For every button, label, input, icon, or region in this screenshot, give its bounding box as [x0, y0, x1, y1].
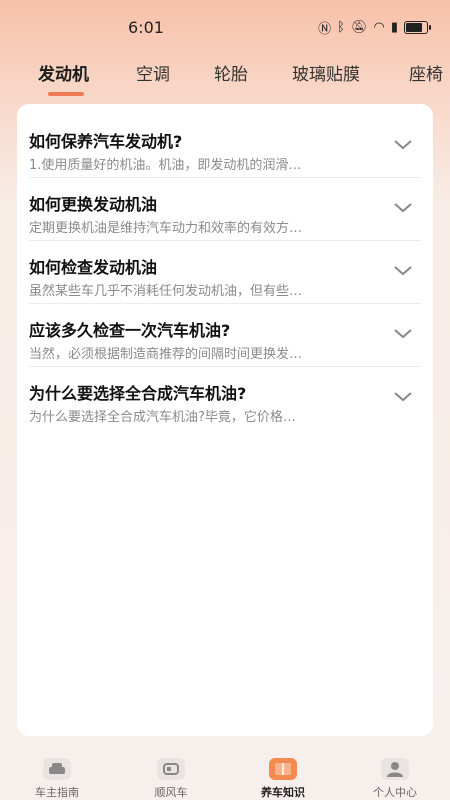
chevron-down-icon[interactable] [393, 264, 413, 278]
rideshare-icon [157, 758, 185, 780]
nav-owner-guide[interactable]: 车主指南 [12, 752, 102, 800]
book-icon [269, 758, 297, 780]
status-icons: Ⓝ ᛒ 🔕︎ ◠ ▮ [318, 18, 431, 37]
person-icon [381, 758, 409, 780]
nav-label: 个人中心 [373, 786, 417, 799]
nfc-icon: Ⓝ [318, 22, 332, 37]
tab-engine[interactable]: 发动机 [38, 60, 89, 85]
category-tabs: 发动机 空调 轮胎 玻璃贴膜 座椅 [0, 56, 450, 100]
bottom-nav: 车主指南 顺风车 养车知识 个人中心 [0, 752, 450, 800]
wifi-icon: ◠ [373, 20, 385, 35]
battery-icon [404, 21, 431, 34]
faq-item[interactable]: 如何检查发动机油 虽然某些车几乎不消耗任何发动机油，但有些… [29, 240, 421, 304]
bluetooth-icon: ᛒ [337, 20, 345, 35]
faq-question: 如何保养汽车发动机? [29, 132, 183, 151]
nav-label: 顺风车 [154, 786, 188, 799]
chevron-down-icon[interactable] [393, 138, 413, 152]
alert-icon: ▮ [390, 20, 398, 35]
faq-answer-preview: 定期更换机油是维持汽车动力和效率的有效方… [29, 221, 303, 236]
car-icon [43, 758, 71, 780]
nav-label: 车主指南 [35, 786, 79, 799]
faq-item[interactable]: 为什么要选择全合成汽车机油? 为什么要选择全合成汽车机油?毕竟，它价格… [29, 366, 421, 429]
faq-answer-preview: 为什么要选择全合成汽车机油?毕竟，它价格… [29, 410, 296, 425]
faq-item[interactable]: 应该多久检查一次汽车机油? 当然，必须根据制造商推荐的间隔时间更换发… [29, 303, 421, 367]
nav-car-knowledge[interactable]: 养车知识 [238, 752, 328, 800]
faq-question: 如何检查发动机油 [29, 258, 158, 277]
status-bar: 6:01 Ⓝ ᛒ 🔕︎ ◠ ▮ [0, 0, 450, 56]
chevron-down-icon[interactable] [393, 327, 413, 341]
faq-question: 为什么要选择全合成汽车机油? [29, 384, 247, 403]
faq-question: 应该多久检查一次汽车机油? [29, 321, 231, 340]
mute-icon: 🔕︎ [350, 20, 368, 35]
chevron-down-icon[interactable] [393, 390, 413, 404]
faq-question: 如何更换发动机油 [29, 195, 158, 214]
tab-tires[interactable]: 轮胎 [214, 60, 248, 85]
faq-card: 如何保养汽车发动机? 1.使用质量好的机油。机油，即发动机的润滑… 如何更换发动… [17, 104, 433, 736]
tab-seats[interactable]: 座椅 [409, 60, 443, 85]
faq-item[interactable]: 如何保养汽车发动机? 1.使用质量好的机油。机油，即发动机的润滑… [29, 114, 421, 178]
active-tab-indicator [48, 92, 84, 96]
status-time: 6:01 [128, 18, 164, 37]
faq-answer-preview: 1.使用质量好的机油。机油，即发动机的润滑… [29, 158, 302, 173]
nav-rideshare[interactable]: 顺风车 [126, 752, 216, 800]
nav-profile[interactable]: 个人中心 [350, 752, 440, 800]
faq-item[interactable]: 如何更换发动机油 定期更换机油是维持汽车动力和效率的有效方… [29, 177, 421, 241]
chevron-down-icon[interactable] [393, 201, 413, 215]
faq-answer-preview: 虽然某些车几乎不消耗任何发动机油，但有些… [29, 284, 303, 299]
tab-window-film[interactable]: 玻璃贴膜 [292, 60, 360, 85]
tab-aircon[interactable]: 空调 [136, 60, 170, 85]
nav-label: 养车知识 [261, 786, 305, 799]
faq-answer-preview: 当然，必须根据制造商推荐的间隔时间更换发… [29, 347, 303, 362]
